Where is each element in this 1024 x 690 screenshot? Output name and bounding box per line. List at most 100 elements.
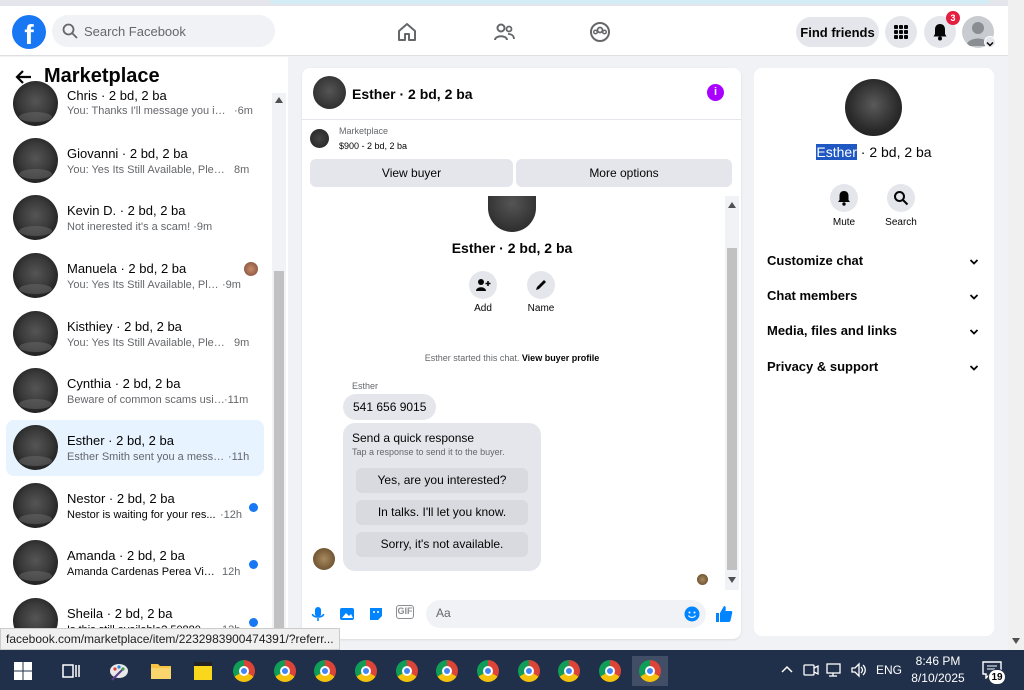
facebook-logo[interactable]: f [12, 15, 46, 49]
search-box[interactable] [52, 15, 275, 47]
buyer-avatar-large[interactable] [845, 79, 902, 136]
conversation-snippet: You: Yes Its Still Available, Pleas... [67, 279, 222, 291]
sticky-notes-icon[interactable] [188, 656, 218, 686]
chrome-app-icon[interactable] [270, 656, 300, 686]
chrome-app-icon[interactable] [229, 656, 259, 686]
scroll-down-arrow[interactable] [728, 577, 736, 583]
thumbs-up-icon[interactable] [714, 604, 734, 624]
photo-icon[interactable] [338, 605, 356, 623]
chat-title[interactable]: Esther · 2 bd, 2 ba [352, 86, 473, 102]
chat-window: Esther · 2 bd, 2 ba i Marketplace $900 -… [302, 68, 741, 639]
page-scrollbar[interactable] [1008, 0, 1024, 650]
more-options-button[interactable]: More options [516, 159, 732, 187]
listing-row[interactable]: Marketplace $900 - 2 bd, 2 ba [302, 121, 741, 159]
add-person-icon [476, 279, 491, 291]
view-buyer-profile-link[interactable]: View buyer profile [522, 353, 599, 363]
media-files-links-item[interactable]: Media, files and links [767, 323, 981, 343]
scroll-thumb[interactable] [274, 271, 284, 650]
conversation-item[interactable]: Cynthia · 2 bd, 2 ba Beware of common sc… [6, 363, 264, 419]
quick-reply-button[interactable]: Sorry, it's not available. [356, 532, 528, 557]
mute-button[interactable]: Mute [819, 184, 869, 228]
conversation-snippet: Not inerested it's a scam! ·9m [67, 221, 213, 233]
chrome-app-icon-active[interactable] [632, 656, 668, 686]
groups-icon[interactable] [588, 20, 612, 44]
chrome-app-icon[interactable] [351, 656, 381, 686]
conversation-scrollbar[interactable] [272, 93, 286, 650]
account-chevron[interactable] [984, 36, 996, 48]
chrome-app-icon[interactable] [310, 656, 340, 686]
message-bubble[interactable]: 541 656 9015 [343, 394, 437, 420]
info-icon[interactable]: i [707, 84, 724, 101]
find-friends-button[interactable]: Find friends [796, 17, 879, 47]
friends-icon[interactable] [492, 20, 516, 44]
chrome-app-icon[interactable] [473, 656, 503, 686]
unread-dot [249, 618, 258, 627]
conversation-name: Manuela · 2 bd, 2 ba [67, 261, 187, 276]
conversation-time: 12h [222, 566, 241, 578]
microphone-icon[interactable] [309, 605, 327, 623]
language-indicator[interactable]: ENG [876, 650, 902, 690]
customize-chat-item[interactable]: Customize chat [767, 253, 981, 273]
chrome-app-icon[interactable] [554, 656, 584, 686]
conversation-time: ·12h [220, 509, 243, 521]
seen-avatar [244, 262, 258, 276]
emoji-icon[interactable] [684, 606, 700, 622]
message-composer: GIF [302, 593, 741, 637]
task-view-icon[interactable] [56, 656, 86, 686]
conversation-item[interactable]: Kevin D. · 2 bd, 2 ba Not inerested it's… [6, 190, 264, 246]
add-action[interactable]: Add [458, 271, 508, 314]
volume-icon[interactable] [850, 662, 868, 678]
scroll-down-arrow[interactable] [1012, 638, 1020, 644]
clock-time: 8:46 PM [915, 654, 961, 668]
chat-scrollbar[interactable] [725, 196, 739, 590]
conversation-snippet: You: Yes Its Still Available, Please ... [67, 164, 227, 176]
chrome-app-icon[interactable] [595, 656, 625, 686]
conversation-time: 8m [234, 164, 250, 176]
conversation-name: Amanda · 2 bd, 2 ba [67, 548, 185, 563]
conversation-item[interactable]: Giovanni · 2 bd, 2 ba You: Yes Its Still… [6, 133, 264, 189]
search-input[interactable] [84, 23, 264, 39]
meet-now-icon[interactable] [803, 662, 819, 678]
privacy-support-item[interactable]: Privacy & support [767, 359, 981, 379]
conversation-item-active[interactable]: Esther · 2 bd, 2 ba Esther Smith sent yo… [6, 420, 264, 476]
avatar[interactable] [313, 76, 346, 109]
chat-members-item[interactable]: Chat members [767, 288, 981, 308]
scroll-up-arrow[interactable] [275, 97, 283, 103]
windows-start-icon[interactable] [14, 662, 32, 680]
view-buyer-button[interactable]: View buyer [310, 159, 513, 187]
search-conversation-button[interactable]: Search [876, 184, 926, 228]
notification-badge: 3 [946, 11, 960, 25]
conversation-item[interactable]: Manuela · 2 bd, 2 ba You: Yes Its Still … [6, 248, 264, 304]
sticker-icon[interactable] [367, 605, 385, 623]
details-name: Esther · 2 bd, 2 ba [816, 144, 932, 160]
avatar [13, 81, 58, 126]
conversation-time: ·9m [222, 279, 241, 291]
conversation-item[interactable]: Kisthiey · 2 bd, 2 ba You: Yes Its Still… [6, 306, 264, 362]
name-action[interactable]: Name [516, 271, 566, 314]
avatar [13, 540, 58, 585]
selected-name-text: Esther [816, 144, 857, 160]
scroll-up-arrow[interactable] [728, 202, 736, 208]
file-explorer-icon[interactable] [146, 656, 176, 686]
chrome-app-icon[interactable] [392, 656, 422, 686]
message-input[interactable] [436, 606, 666, 620]
conversation-item[interactable]: Amanda · 2 bd, 2 ba Amanda Cardenas Pere… [6, 535, 264, 591]
quick-reply-button[interactable]: Yes, are you interested? [356, 468, 528, 493]
scroll-thumb[interactable] [727, 248, 737, 570]
chrome-app-icon[interactable] [514, 656, 544, 686]
menu-button[interactable] [885, 16, 917, 48]
chevron-up-icon[interactable] [780, 663, 794, 677]
conversation-name: Chris · 2 bd, 2 ba [67, 88, 167, 103]
grid-menu-icon [894, 25, 908, 39]
quick-reply-button[interactable]: In talks. I'll let you know. [356, 500, 528, 525]
paint-app-icon[interactable] [104, 656, 134, 686]
conversation-item[interactable]: Nestor · 2 bd, 2 ba Nestor is waiting fo… [6, 478, 264, 534]
gif-icon[interactable]: GIF [396, 605, 414, 619]
chrome-app-icon[interactable] [432, 656, 462, 686]
network-icon[interactable] [826, 662, 842, 678]
message-input-box[interactable] [426, 600, 706, 628]
system-clock[interactable]: 8:46 PM 8/10/2025 [906, 653, 970, 687]
search-icon [62, 23, 78, 39]
home-icon[interactable] [395, 20, 419, 44]
conversation-time: ·6m [234, 105, 253, 117]
